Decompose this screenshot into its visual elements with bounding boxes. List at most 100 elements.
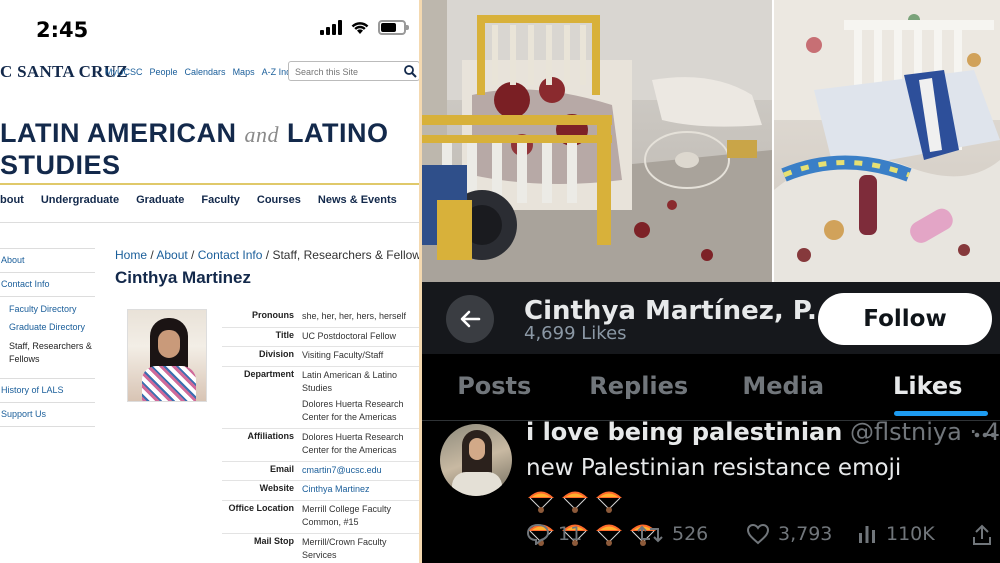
main-nav: bout Undergraduate Graduate Faculty Cour…	[0, 194, 397, 206]
profile-row-affiliations: Affiliations Dolores Huerta Research Cen…	[222, 429, 420, 462]
top-nav-calendars[interactable]: Calendars	[185, 67, 226, 77]
views-count: 110K	[886, 523, 935, 545]
main-nav-faculty[interactable]: Faculty	[201, 194, 240, 206]
site-search	[288, 61, 420, 81]
sidebar-item-history[interactable]: History of LALS	[0, 378, 95, 402]
paraglider-icon	[528, 491, 554, 513]
main-nav-graduate[interactable]: Graduate	[136, 194, 184, 206]
like-count: 3,793	[778, 523, 833, 545]
profile-details: Pronouns she, her, her, hers, herself Ti…	[222, 308, 420, 563]
reply-icon	[526, 523, 550, 545]
department-title-line1b: LATINO	[287, 118, 389, 148]
reply-count: 11	[558, 523, 583, 545]
sidebar-item-about[interactable]: About	[0, 248, 95, 272]
profile-row-division: Division Visiting Faculty/Staff	[222, 347, 420, 367]
department-value-1: Latin American & Latino Studies	[302, 369, 398, 394]
nav-divider	[0, 222, 420, 223]
scene-photo-crib	[774, 0, 1000, 282]
sidebar-item-contact-info[interactable]: Contact Info	[0, 272, 95, 296]
profile-likes-count: 4,699 Likes	[524, 323, 627, 344]
pronouns-value: she, her, her, hers, herself	[302, 311, 407, 321]
tweet-text: new Palestinian resistance emoji	[526, 455, 902, 481]
department-title-line2: STUDIES	[0, 150, 121, 180]
back-arrow-icon	[460, 310, 481, 328]
views-icon	[859, 526, 875, 543]
department-value: Latin American & Latino Studies Dolores …	[302, 369, 420, 425]
breadcrumb-current: Staff, Researchers & Fellows	[272, 248, 420, 262]
website-link[interactable]: Cinthya Martinez	[302, 483, 370, 497]
department-title-and: and	[244, 122, 279, 147]
breadcrumb-about[interactable]: About	[156, 248, 187, 262]
more-icon[interactable]	[974, 432, 996, 438]
mailstop-label: Mail Stop	[254, 535, 294, 546]
search-icon[interactable]	[403, 64, 417, 78]
back-button[interactable]	[446, 295, 494, 343]
university-profile-screenshot: 2:45 C SANTA CRUZ MyUCSC People Calendar…	[0, 0, 420, 563]
share-button[interactable]	[971, 523, 993, 547]
email-link[interactable]: cmartin7@ucsc.edu	[302, 464, 382, 478]
profile-display-name: Cinthya Martínez, P...	[524, 296, 837, 326]
paraglider-emoji-group	[526, 485, 628, 517]
sidebar-item-graduate-directory[interactable]: Graduate Directory	[1, 319, 95, 337]
retweet-button[interactable]: 526	[636, 523, 708, 545]
sidebar-sub-group: Faculty Directory Graduate Directory Sta…	[0, 296, 95, 378]
tab-replies[interactable]: Replies	[567, 360, 712, 420]
like-icon	[746, 523, 770, 545]
search-input[interactable]	[289, 63, 401, 81]
sidebar-item-faculty-directory[interactable]: Faculty Directory	[1, 301, 95, 319]
top-nav-maps[interactable]: Maps	[233, 67, 255, 77]
title-label: Title	[275, 329, 294, 340]
profile-row-title: Title UC Postdoctoral Fellow	[222, 328, 420, 347]
email-label: Email	[269, 463, 294, 474]
title-value: UC Postdoctoral Fellow	[302, 330, 397, 341]
breadcrumb-contact-info[interactable]: Contact Info	[198, 248, 263, 262]
profile-row-mailstop: Mail Stop Merrill/Crown Faculty Services	[222, 534, 420, 563]
department-label: Department	[243, 368, 294, 379]
person-name: Cinthya Martinez	[115, 268, 252, 287]
battery-icon	[378, 20, 409, 35]
paraglider-icon	[596, 491, 622, 513]
paraglider-icon	[562, 491, 588, 513]
like-button[interactable]: 3,793	[746, 523, 832, 545]
views-button[interactable]: 110K	[856, 523, 935, 545]
profile-header: Cinthya Martínez, P... 4,699 Likes Follo…	[422, 282, 1000, 354]
retweet-icon	[637, 525, 663, 543]
sidebar-item-staff[interactable]: Staff, Researchers & Fellows	[1, 337, 95, 371]
breadcrumb-separator: /	[262, 248, 273, 262]
profile-row-office: Office Location Merrill College Faculty …	[222, 501, 420, 534]
social-profile-screenshot: Cinthya Martínez, P... 4,699 Likes Follo…	[422, 282, 1000, 563]
status-icons	[320, 20, 409, 35]
main-nav-courses[interactable]: Courses	[257, 194, 301, 206]
tab-likes[interactable]: Likes	[856, 360, 1000, 420]
breadcrumb-separator: /	[187, 248, 198, 262]
reply-button[interactable]: 11	[526, 523, 582, 545]
office-value: Merrill College Faculty Common, #15	[302, 503, 392, 528]
top-nav-people[interactable]: People	[150, 67, 178, 77]
affiliations-label: Affiliations	[247, 430, 295, 441]
tab-posts[interactable]: Posts	[422, 360, 567, 420]
profile-tabs: Posts Replies Media Likes	[422, 360, 1000, 420]
main-nav-about[interactable]: bout	[0, 194, 24, 206]
main-nav-undergraduate[interactable]: Undergraduate	[41, 194, 119, 206]
tweet-author[interactable]: i love being palestinian	[526, 418, 842, 446]
follow-button[interactable]: Follow	[818, 293, 992, 345]
top-nav-myucsc[interactable]: MyUCSC	[105, 67, 143, 77]
profile-row-department: Department Latin American & Latino Studi…	[222, 367, 420, 429]
wifi-icon	[351, 22, 369, 34]
breadcrumb-home[interactable]: Home	[115, 248, 147, 262]
share-icon	[973, 524, 991, 545]
sidebar: About Contact Info Faculty Directory Gra…	[0, 248, 95, 427]
pronouns-label: Pronouns	[252, 310, 294, 320]
avatar[interactable]	[440, 424, 512, 496]
tweet-actions: 11 526 3,793 110K	[526, 523, 1000, 553]
main-nav-news-events[interactable]: News & Events	[318, 194, 397, 206]
profile-row-pronouns: Pronouns she, her, her, hers, herself	[222, 308, 420, 328]
news-photos	[422, 0, 1000, 282]
tab-media[interactable]: Media	[711, 360, 856, 420]
division-value: Visiting Faculty/Staff	[302, 350, 384, 360]
sidebar-item-support[interactable]: Support Us	[0, 402, 95, 427]
retweet-count: 526	[672, 523, 709, 545]
profile-row-email: Email cmartin7@ucsc.edu	[222, 462, 420, 481]
breadcrumb: Home / About / Contact Info / Staff, Res…	[115, 248, 420, 262]
office-label: Office Location	[228, 502, 294, 513]
